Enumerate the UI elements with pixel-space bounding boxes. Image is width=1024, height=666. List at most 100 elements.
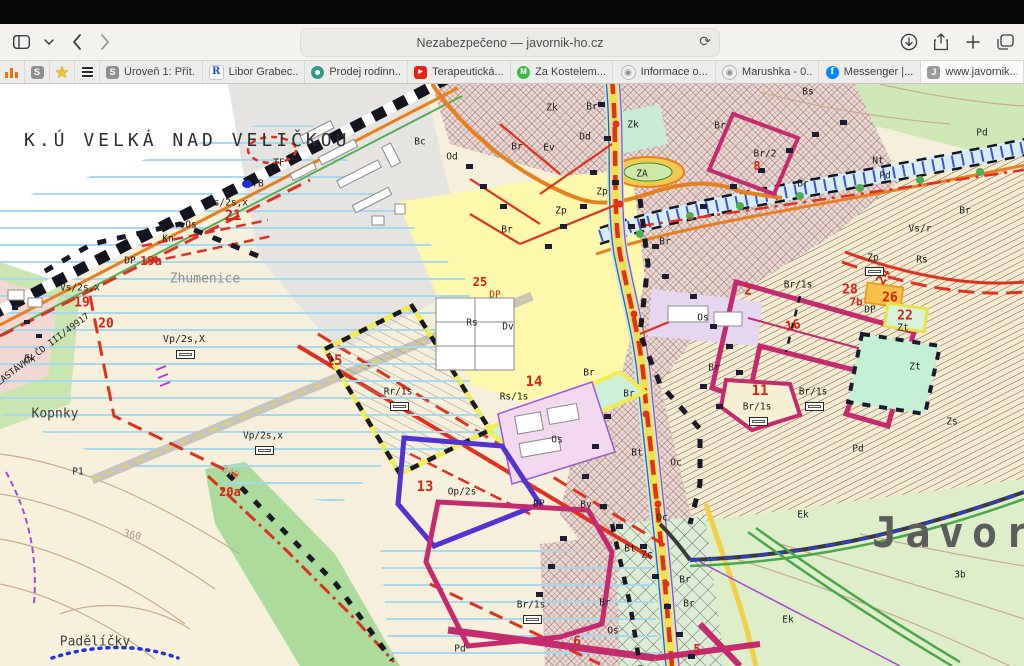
map-label: ZA (636, 169, 647, 179)
map-label: Br (797, 179, 808, 189)
map-label: Br/1s (799, 387, 828, 397)
map-label: 16 (784, 318, 802, 334)
tab-bar: Úroveň 1: Přít... Libor Grabec...Prodej r… (0, 61, 1024, 84)
map-label: Br/1s (784, 280, 813, 290)
map-label: Br (511, 142, 522, 152)
tab-title: Úroveň 1: Přít... (124, 66, 196, 78)
map-label: Zc (641, 550, 652, 560)
tab-overview-icon[interactable] (992, 30, 1018, 54)
zone-code-box (805, 402, 824, 411)
pinned-tab[interactable] (75, 61, 100, 83)
zoning-map-viewport[interactable]: K.Ú VELKÁ NAD VELIČKOUZASTÁVKA ČD III/49… (0, 84, 1024, 666)
pinned-tab[interactable] (0, 61, 25, 83)
map-label: Br/1s (517, 600, 546, 610)
pinned-tab[interactable] (25, 61, 50, 83)
map-label: Kopnky (32, 408, 79, 421)
map-label: Rs (466, 318, 477, 328)
map-label: Br (959, 206, 970, 216)
map-label: Zt (909, 362, 920, 372)
zone-code-box (523, 615, 542, 624)
browser-tab[interactable]: Terapeutická... (408, 61, 511, 83)
star-icon (56, 66, 69, 79)
globe-favicon (722, 65, 737, 80)
map-label: Os (551, 435, 562, 445)
share-icon[interactable] (928, 30, 954, 54)
forward-icon[interactable] (92, 30, 118, 54)
map-label: Nt (872, 156, 883, 166)
browser-tab[interactable]: Messenger |... (819, 61, 922, 83)
map-label: Br (708, 363, 719, 373)
map-label: 20 (98, 318, 114, 331)
browser-tab[interactable]: Prodej rodinn... (305, 61, 408, 83)
map-label: 21 (225, 209, 242, 223)
browser-tab[interactable]: Za Kostelem... (511, 61, 614, 83)
sidebar-panel-icon[interactable] (8, 30, 34, 54)
map-label: Zp (867, 253, 878, 263)
reload-icon[interactable]: ⟳ (699, 33, 711, 50)
map-label: K.Ú VELKÁ NAD VELIČKOU (24, 132, 350, 150)
chevron-down-icon[interactable] (36, 30, 62, 54)
map-label: 6 (573, 636, 581, 649)
map-label: Vp/2s,x (243, 431, 283, 441)
map-label: Ev (543, 143, 554, 153)
browser-tab[interactable]: Informace o... (613, 61, 716, 83)
map-label: 14 (526, 375, 543, 389)
map-label: Bt (624, 544, 635, 554)
map-label: Zk (627, 120, 638, 130)
map-label: Br (501, 225, 512, 235)
address-bar[interactable]: Nezabezpečeno — javornik-ho.cz ⟳ (300, 28, 720, 57)
map-label: Ek (24, 354, 35, 364)
tab-title: Za Kostelem... (535, 66, 606, 78)
back-icon[interactable] (64, 30, 90, 54)
map-label: Br (586, 102, 597, 112)
pinned-tab[interactable] (50, 61, 75, 83)
browser-tab[interactable]: www.javornik... (921, 61, 1024, 83)
map-label: Rs (916, 255, 927, 265)
safari-toolbar: Nezabezpečeno — javornik-ho.cz ⟳ (0, 24, 1024, 61)
zone-code-box (865, 267, 884, 276)
map-label: Zk (546, 103, 557, 113)
map-label: 3b (954, 570, 965, 580)
map-label: Dv (502, 322, 513, 332)
map-label: Bt (631, 448, 642, 458)
map-label: Rr/1s (384, 387, 413, 397)
zoning-map-graphic (0, 84, 1024, 666)
map-label: Vp/2s,X (163, 335, 205, 345)
map-label: Javorni (872, 512, 1024, 554)
map-label: Pd (852, 444, 863, 454)
tab-title: www.javornik... (945, 66, 1017, 78)
map-label: Bs (802, 87, 813, 97)
doc-logo-icon (82, 67, 93, 78)
r-outline-favicon (209, 65, 224, 80)
map-label: 13 (417, 480, 434, 494)
map-label: DP (489, 290, 500, 300)
map-label: Os (607, 626, 618, 636)
map-label: Zhumenice (170, 273, 240, 286)
browser-tab[interactable]: Úroveň 1: Přít... (100, 61, 203, 83)
map-label: Br (623, 389, 634, 399)
map-label: 2 (744, 285, 752, 298)
map-label: Vs/2s,x (208, 198, 248, 208)
map-label: Zp (596, 187, 607, 197)
map-label: Kn (162, 234, 173, 244)
download-icon[interactable] (896, 30, 922, 54)
map-label: Br (599, 598, 610, 608)
map-label: Br (683, 599, 694, 609)
zone-code-box (176, 350, 195, 359)
map-label: Br (679, 575, 690, 585)
new-tab-icon[interactable] (960, 30, 986, 54)
browser-tab[interactable]: Libor Grabec... (203, 61, 306, 83)
map-label: Br/2 (754, 149, 777, 159)
facebook-favicon (826, 66, 839, 79)
map-label: 19a (140, 255, 162, 267)
map-label: DP (864, 305, 875, 315)
zone-code-box (255, 446, 274, 455)
address-text: Nezabezpečeno — javornik-ho.cz (417, 36, 604, 50)
globe-favicon (621, 65, 636, 80)
map-label: Dd (579, 132, 590, 142)
s-badge-favicon (106, 66, 119, 79)
browser-tab[interactable]: Marushka - 0... (716, 61, 819, 83)
map-label: Zs (946, 417, 957, 427)
map-label: Br (659, 237, 670, 247)
map-label: Zp (555, 206, 566, 216)
